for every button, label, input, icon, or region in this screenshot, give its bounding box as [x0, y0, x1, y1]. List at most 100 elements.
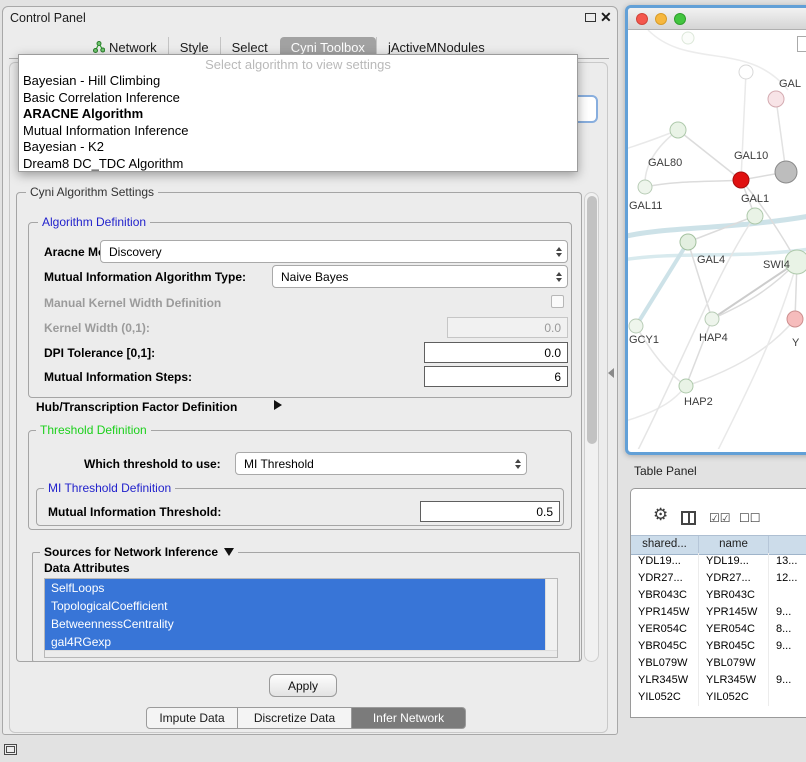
dropdown-item-bayesian-hill-climbing[interactable]: Bayesian - Hill Climbing	[19, 73, 577, 90]
manual-kernel-width-label: Manual Kernel Width Definition	[44, 296, 221, 310]
mi-threshold-label: Mutual Information Threshold:	[48, 505, 221, 519]
table-row[interactable]: YPR145W YPR145W 9...	[631, 604, 806, 621]
network-node-label: GAL4	[697, 254, 725, 266]
table-row[interactable]: YBL079W YBL079W	[631, 655, 806, 672]
birdseye-toggle[interactable]	[797, 36, 806, 52]
network-node[interactable]	[638, 180, 652, 194]
network-node-label: GAL11	[629, 200, 662, 212]
network-node[interactable]	[775, 161, 797, 183]
table-row[interactable]: YBR043C YBR043C	[631, 587, 806, 604]
manual-kernel-width-checkbox[interactable]	[551, 295, 564, 308]
network-node[interactable]	[733, 172, 749, 188]
deselect-all-checkboxes-icon[interactable]: ☐☐	[739, 511, 761, 525]
dpi-tolerance-input[interactable]	[424, 342, 568, 363]
network-node[interactable]	[747, 208, 763, 224]
float-window-icon[interactable]	[585, 13, 596, 22]
table-row[interactable]: YDR27... YDR27... 12...	[631, 570, 806, 587]
cell-shared-name: YDL19...	[631, 553, 699, 570]
network-node-label: GCY1	[629, 334, 659, 346]
network-node[interactable]	[682, 32, 694, 44]
table-header-row: shared... name	[631, 535, 806, 555]
bottom-tab-infer-network[interactable]: Infer Network	[352, 707, 466, 729]
aracne-mode-value: Discovery	[109, 245, 162, 259]
network-node[interactable]	[768, 91, 784, 107]
threshold-definition-title: Threshold Definition	[36, 423, 151, 437]
gear-icon[interactable]: ⚙	[653, 505, 668, 525]
network-node[interactable]	[680, 234, 696, 250]
column-header-cut[interactable]	[769, 536, 806, 554]
expand-arrow-icon[interactable]	[274, 400, 282, 410]
network-node[interactable]	[679, 379, 693, 393]
cell-shared-name: YER054C	[631, 621, 699, 638]
dropdown-item-aracne[interactable]: ARACNE Algorithm	[19, 106, 577, 123]
hub-definition-label[interactable]: Hub/Transcription Factor Definition	[36, 400, 237, 414]
cell-shared-name: YPR145W	[631, 604, 699, 621]
network-node-label: GAL10	[734, 150, 768, 162]
list-item[interactable]: SelfLoops	[45, 579, 547, 597]
cell-name: YBR043C	[699, 587, 769, 604]
settings-scrollbar-thumb[interactable]	[587, 196, 597, 444]
cell-name: YBL079W	[699, 655, 769, 672]
list-item[interactable]: gal4RGexp	[45, 633, 547, 651]
cell-name: YDR27...	[699, 570, 769, 587]
table-row[interactable]: YBR045C YBR045C 9...	[631, 638, 806, 655]
network-node-label: SWI4	[763, 259, 790, 271]
tab-cyni-toolbox-label: Cyni Toolbox	[291, 40, 365, 55]
cell-value	[769, 587, 806, 604]
network-node[interactable]	[739, 65, 753, 79]
table-row[interactable]: YER054C YER054C 8...	[631, 621, 806, 638]
zoom-traffic-light[interactable]	[674, 13, 686, 25]
network-node[interactable]	[787, 311, 803, 327]
list-item[interactable]: TopologicalCoefficient	[45, 597, 547, 615]
table-row[interactable]: YLR345W YLR345W 9...	[631, 672, 806, 689]
list-horizontal-scrollbar[interactable]	[45, 650, 557, 657]
dropdown-item-bayesian-k2[interactable]: Bayesian - K2	[19, 139, 577, 156]
combo-arrows-icon	[515, 456, 521, 472]
restore-panel-icon[interactable]	[4, 744, 17, 755]
table-row[interactable]: YDL19... YDL19... 13...	[631, 553, 806, 570]
bottom-tab-impute-label: Impute Data	[159, 711, 224, 725]
dropdown-placeholder: Select algorithm to view settings	[19, 57, 577, 73]
which-threshold-select[interactable]: MI Threshold	[235, 452, 527, 475]
network-node[interactable]	[670, 122, 686, 138]
dropdown-item-dream8[interactable]: Dream8 DC_TDC Algorithm	[19, 156, 577, 173]
columns-icon[interactable]	[681, 511, 696, 525]
table-row[interactable]: YIL052C YIL052C	[631, 689, 806, 706]
dropdown-item-basic-correlation[interactable]: Basic Correlation Inference	[19, 90, 577, 107]
mi-steps-label: Mutual Information Steps:	[44, 370, 192, 384]
mi-steps-input[interactable]	[424, 366, 568, 387]
close-window-icon[interactable]: ✕	[600, 9, 612, 26]
list-item[interactable]: BetweennessCentrality	[45, 615, 547, 633]
list-vertical-scrollbar[interactable]	[545, 579, 557, 651]
cell-value: 8...	[769, 621, 806, 638]
sources-title[interactable]: Sources for Network Inference	[40, 545, 238, 559]
column-header-shared-name[interactable]: shared...	[631, 536, 699, 554]
network-node-label: HAP2	[684, 396, 713, 408]
bottom-tab-discretize-label: Discretize Data	[254, 711, 335, 725]
mi-threshold-input[interactable]	[420, 501, 560, 522]
mi-threshold-definition-title: MI Threshold Definition	[44, 481, 175, 495]
network-node[interactable]	[705, 312, 719, 326]
dpi-tolerance-label: DPI Tolerance [0,1]:	[44, 346, 155, 360]
collapse-arrow-icon[interactable]	[224, 548, 234, 556]
network-svg[interactable]: GAL80GAL10GAL11GAL1SWI4GAL4GCY1HAP4HAP2G…	[628, 30, 806, 449]
data-attributes-list[interactable]: SelfLoops TopologicalCoefficient Between…	[44, 578, 558, 658]
bottom-tab-impute-data[interactable]: Impute Data	[146, 707, 238, 729]
cell-shared-name: YBL079W	[631, 655, 699, 672]
kernel-width-input[interactable]	[447, 317, 568, 338]
cell-value: 9...	[769, 672, 806, 689]
combo-arrows-icon	[556, 244, 562, 260]
panel-splitter-arrow[interactable]	[608, 368, 614, 378]
apply-button[interactable]: Apply	[269, 674, 337, 697]
select-all-checkboxes-icon[interactable]: ☑☑	[709, 511, 731, 525]
minimize-traffic-light[interactable]	[655, 13, 667, 25]
mi-algorithm-type-select[interactable]: Naive Bayes	[272, 265, 568, 288]
network-node[interactable]	[629, 319, 643, 333]
aracne-mode-select[interactable]: Discovery	[100, 240, 568, 263]
cell-name: YER054C	[699, 621, 769, 638]
algorithm-dropdown-list: Select algorithm to view settings Bayesi…	[18, 54, 578, 172]
column-header-name[interactable]: name	[699, 536, 769, 554]
bottom-tab-discretize-data[interactable]: Discretize Data	[238, 707, 352, 729]
dropdown-item-mutual-information[interactable]: Mutual Information Inference	[19, 123, 577, 140]
close-traffic-light[interactable]	[636, 13, 648, 25]
